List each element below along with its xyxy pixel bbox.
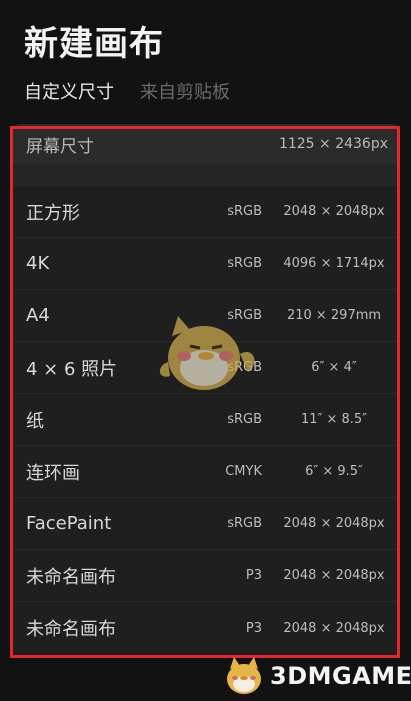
preset-color-space: P3 (245, 620, 262, 636)
preset-name: 正方形 (26, 202, 80, 224)
preset-size: 11″ × 8.5″ (300, 412, 368, 427)
watermark-text: 3DMGAME (270, 662, 411, 690)
preset-size: 2048 × 2048px (283, 620, 385, 636)
preset-row-square[interactable]: 正方形 sRGB 2048 × 2048px (12, 186, 400, 238)
screen-size-label: 屏幕尺寸 (26, 136, 94, 157)
preset-name: 纸 (26, 410, 44, 432)
preset-size: 6″ × 9.5″ (305, 464, 363, 479)
preset-size: 2048 × 2048px (283, 568, 385, 583)
preset-color-space: sRGB (227, 204, 262, 219)
preset-color-space: sRGB (227, 360, 262, 375)
preset-row-photo[interactable]: 4 × 6 照片 sRGB 6″ × 4″ (12, 342, 400, 394)
preset-size: 4096 × 1714px (283, 256, 385, 271)
preset-name: 未命名画布 (26, 566, 116, 588)
preset-row-facepaint[interactable]: FacePaint sRGB 2048 × 2048px (12, 498, 400, 550)
watermark: 3DMGAME (222, 655, 411, 697)
preset-row-4k[interactable]: 4K sRGB 4096 × 1714px (12, 238, 400, 290)
preset-size: 2048 × 2048px (283, 204, 385, 219)
screen-size-row[interactable]: 屏幕尺寸 1125 × 2436px (12, 124, 400, 164)
preset-color-space: sRGB (227, 516, 262, 531)
tab-custom-size[interactable]: 自定义尺寸 (24, 78, 114, 104)
section-divider (12, 164, 400, 186)
preset-name: 连环画 (26, 462, 80, 484)
preset-size: 210 × 297mm (286, 308, 382, 323)
watermark-mascot-icon (227, 657, 261, 694)
preset-name: 未命名画布 (26, 619, 116, 640)
preset-row-paper[interactable]: 纸 sRGB 11″ × 8.5″ (12, 394, 400, 446)
preset-size: 2048 × 2048px (283, 516, 385, 531)
preset-row-a4[interactable]: A4 sRGB 210 × 297mm (12, 290, 400, 342)
preset-color-space: sRGB (227, 308, 262, 323)
screen-size-dimensions: 1125 × 2436px (278, 136, 388, 152)
preset-color-space: P3 (245, 568, 262, 583)
preset-list: 正方形 sRGB 2048 × 2048px 4K sRGB 4096 × 17… (12, 186, 400, 654)
preset-row-comic[interactable]: 连环画 CMYK 6″ × 9.5″ (12, 446, 400, 498)
preset-row-untitled-2[interactable]: 未命名画布 P3 2048 × 2048px (12, 602, 400, 654)
preset-color-space: CMYK (225, 464, 262, 479)
preset-name: FacePaint (26, 513, 112, 534)
page-title: 新建画布 (24, 24, 164, 64)
preset-row-untitled-1[interactable]: 未命名画布 P3 2048 × 2048px (12, 550, 400, 602)
tab-from-clipboard[interactable]: 来自剪贴板 (140, 78, 230, 104)
preset-color-space: sRGB (227, 256, 262, 271)
canvas-source-tabs: 自定义尺寸 来自剪贴板 (24, 78, 230, 104)
canvas-preset-panel: 屏幕尺寸 1125 × 2436px 正方形 sRGB 2048 × 2048p… (12, 124, 400, 658)
preset-name: A4 (26, 305, 50, 326)
preset-name: 4 × 6 照片 (26, 358, 118, 380)
preset-name: 4K (26, 253, 50, 274)
preset-size: 6″ × 4″ (311, 360, 357, 375)
preset-color-space: sRGB (227, 412, 262, 427)
